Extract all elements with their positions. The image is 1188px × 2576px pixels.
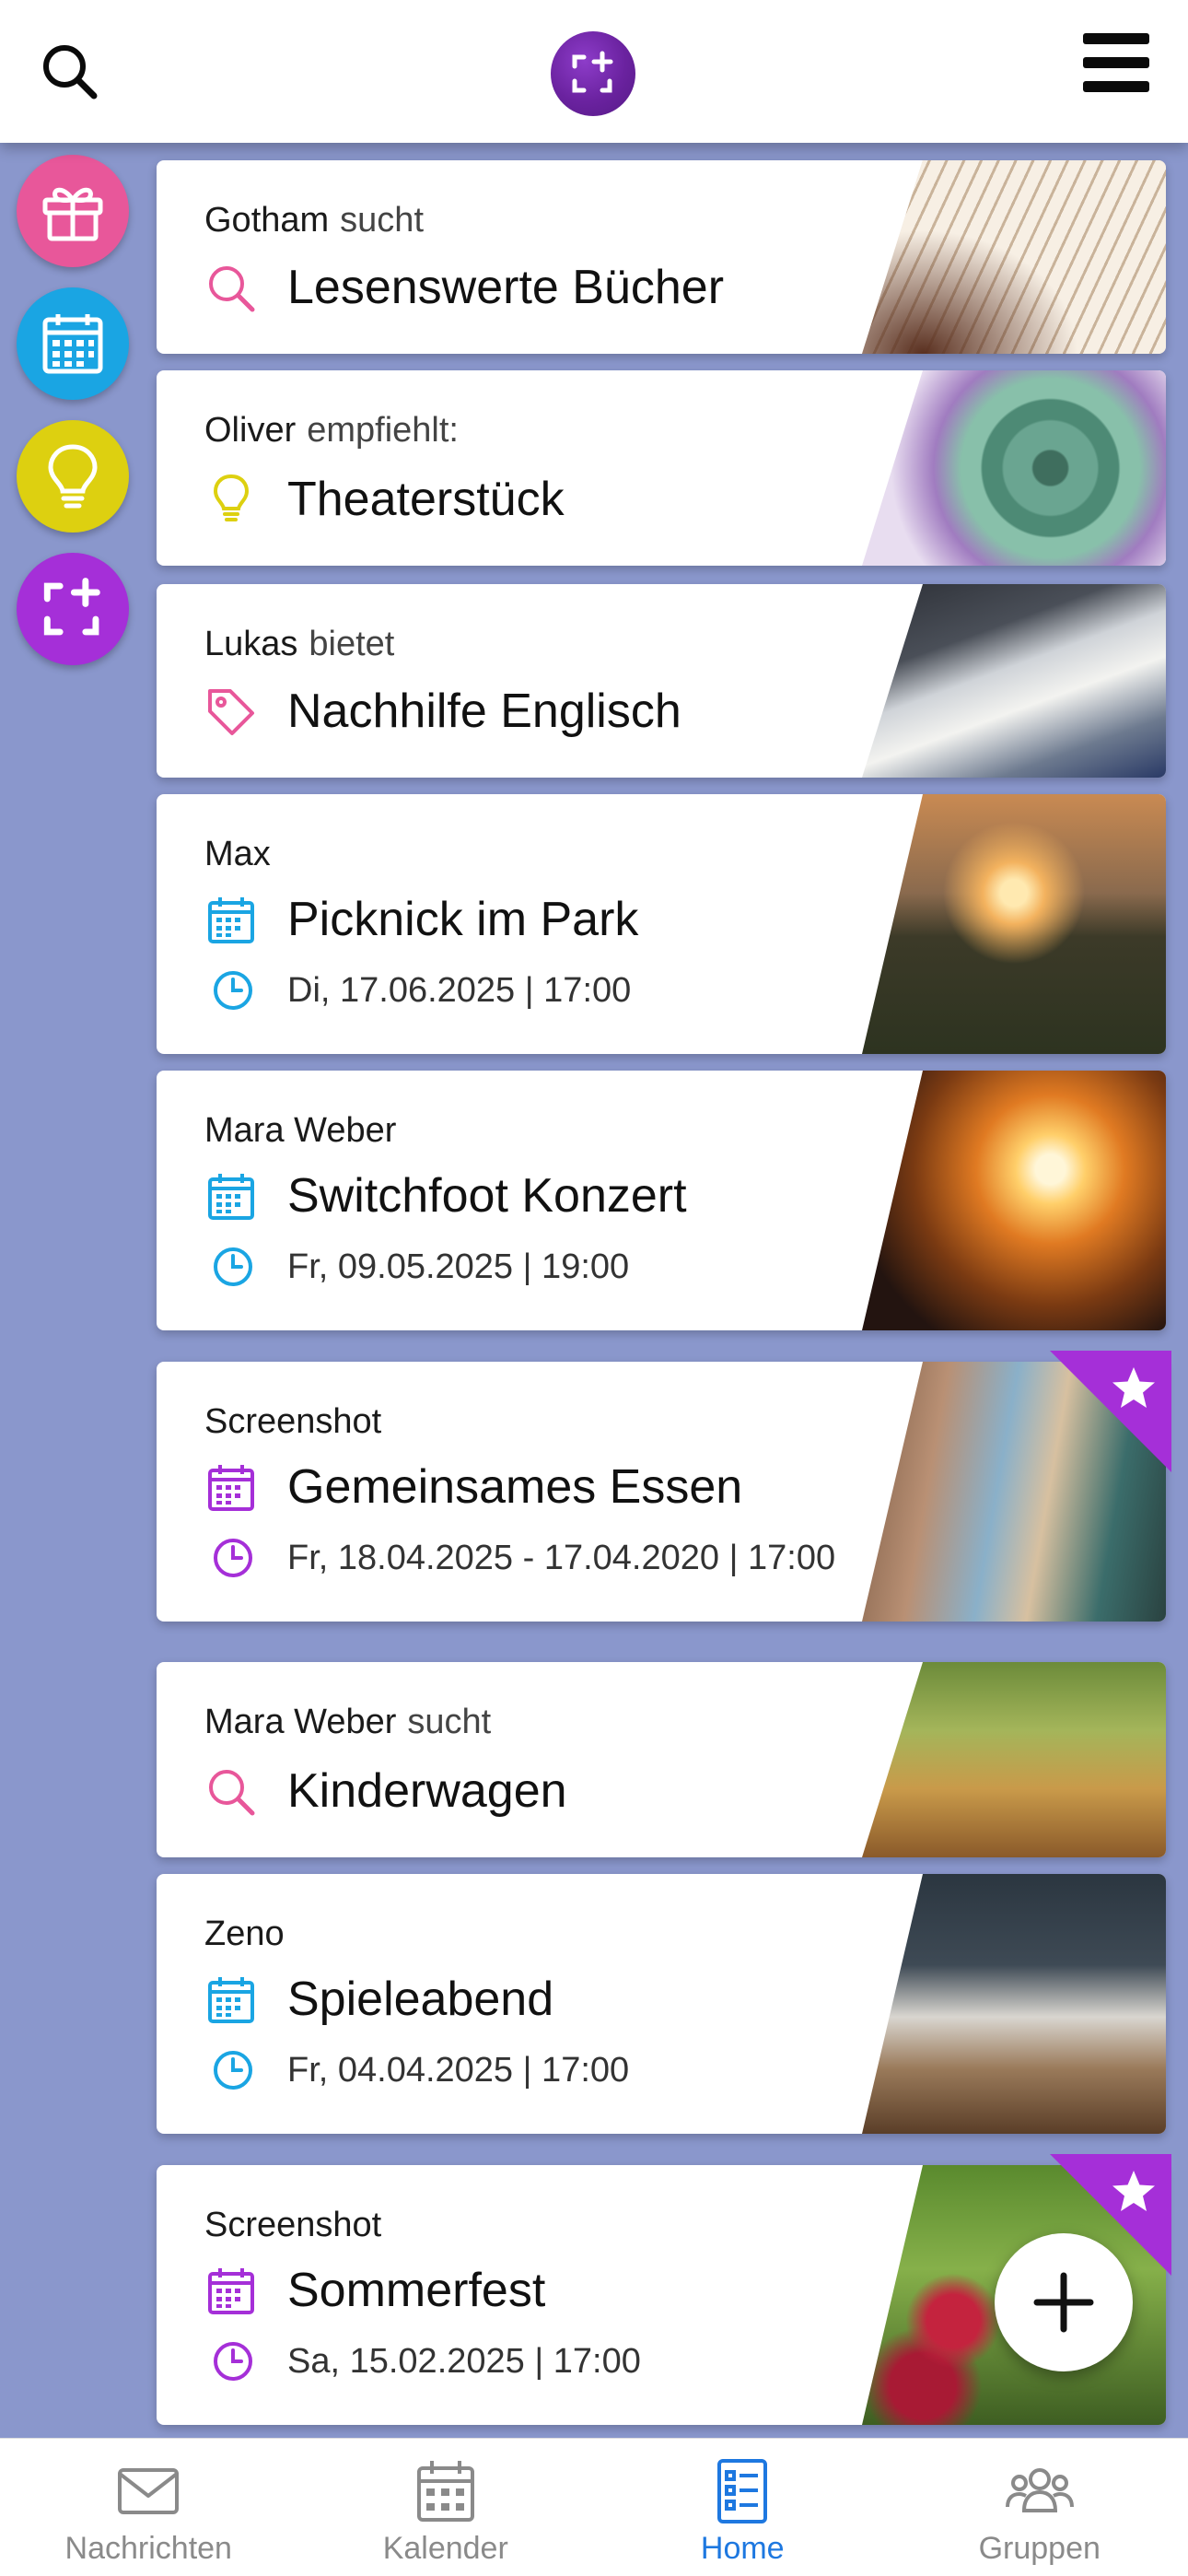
card-title: Spieleabend	[287, 1973, 554, 2026]
card-title: Picknick im Park	[287, 893, 639, 946]
tab-label: Kalender	[382, 2531, 508, 2566]
card-author: Zeno	[204, 1914, 285, 1953]
star-icon	[1112, 2171, 1155, 2211]
clock-icon	[214, 1539, 252, 1577]
bottom-navigation: Nachrichten Kalender Home Gruppen	[0, 2438, 1188, 2576]
card-date: Fr, 09.05.2025 | 19:00	[287, 1247, 630, 1286]
square-plus-icon	[43, 578, 100, 636]
card-author: Max	[204, 835, 271, 873]
card-title: Switchfoot Konzert	[287, 1169, 687, 1223]
card-verb: bietet	[309, 625, 395, 663]
clock-icon	[214, 971, 252, 1010]
card-title: Nachhilfe Englisch	[287, 685, 681, 738]
card-author: Oliver	[204, 411, 297, 450]
family-walk-photo	[862, 1662, 1166, 1857]
card-verb: sucht	[340, 201, 424, 240]
list-document-icon	[717, 2459, 768, 2523]
card-author: Screenshot	[204, 2206, 382, 2244]
tab-label: Home	[700, 2531, 785, 2566]
tab-label: Nachrichten	[64, 2531, 232, 2566]
hamburger-menu-icon[interactable]	[1083, 33, 1149, 94]
tab-home[interactable]: Home	[594, 2439, 891, 2576]
open-book-photo	[862, 160, 1166, 354]
card-author: Lukas	[204, 625, 298, 663]
clock-icon	[214, 1247, 252, 1286]
search-icon	[209, 266, 255, 312]
search-icon[interactable]	[37, 39, 103, 105]
concert-photo	[862, 1071, 1166, 1330]
lightbulb-icon	[213, 474, 250, 521]
card-verb: empfiehlt:	[307, 411, 459, 450]
calendar-icon	[208, 2268, 254, 2314]
tab-kalender[interactable]: Kalender	[297, 2439, 595, 2576]
add-button[interactable]	[995, 2233, 1133, 2371]
rail-ideas-button[interactable]	[17, 420, 129, 533]
desk-notebook-photo	[862, 584, 1166, 778]
card-date: Fr, 18.04.2025 - 17.04.2020 | 17:00	[287, 1539, 836, 1577]
plus-icon	[1033, 2272, 1094, 2333]
feed-card-search[interactable]: Gotham sucht Lesenswerte Bücher	[157, 160, 1166, 354]
card-title: Lesenswerte Bücher	[287, 261, 725, 314]
card-date: Di, 17.06.2025 | 17:00	[287, 971, 632, 1010]
envelope-icon	[118, 2468, 180, 2514]
chess-game-photo	[862, 1874, 1166, 2134]
calendar-icon	[208, 897, 254, 943]
park-picnic-photo	[862, 794, 1166, 1054]
rail-create-button[interactable]	[17, 553, 129, 665]
feed-card-event-starred[interactable]: Screenshot Gemeinsames Essen Fr, 18.04.2…	[157, 1351, 1171, 1622]
search-icon	[209, 1770, 255, 1816]
card-title: Theaterstück	[287, 473, 565, 526]
tab-nachrichten[interactable]: Nachrichten	[0, 2439, 297, 2576]
tab-gruppen[interactable]: Gruppen	[891, 2439, 1188, 2576]
feed-card-search[interactable]: Mara Weber sucht Kinderwagen	[157, 1662, 1166, 1857]
tag-icon	[208, 689, 254, 735]
card-title: Gemeinsames Essen	[287, 1460, 743, 1514]
feed-card-recommendation[interactable]: Oliver empfiehlt: Theaterstück	[157, 370, 1166, 566]
calendar-icon	[208, 1465, 254, 1511]
app-logo[interactable]	[551, 31, 635, 116]
card-author: Mara Weber	[204, 1703, 397, 1741]
feed-card-offer[interactable]: Lukas bietet Nachhilfe Englisch	[157, 584, 1166, 778]
clock-icon	[214, 2342, 252, 2381]
card-author: Mara Weber	[204, 1111, 397, 1150]
feed-card-event[interactable]: Zeno Spieleabend Fr, 04.04.2025 | 17:00	[157, 1874, 1166, 2134]
card-title: Sommerfest	[287, 2264, 546, 2317]
calendar-icon	[208, 1174, 254, 1220]
people-group-icon	[1005, 2468, 1074, 2512]
card-date: Fr, 04.04.2025 | 17:00	[287, 2051, 630, 2090]
card-date: Sa, 15.02.2025 | 17:00	[287, 2342, 641, 2381]
calendar-icon	[416, 2461, 474, 2522]
feed-card-event[interactable]: Max Picknick im Park Di, 17.06.2025 | 17…	[157, 794, 1166, 1054]
tab-label: Gruppen	[978, 2531, 1101, 2566]
card-author: Screenshot	[204, 1402, 382, 1441]
calendar-icon	[208, 1977, 254, 2023]
clock-icon	[214, 2051, 252, 2090]
succulent-photo	[862, 370, 1166, 566]
calendar-icon	[42, 314, 103, 374]
rail-calendar-button[interactable]	[17, 287, 129, 400]
lightbulb-icon	[48, 444, 98, 509]
feed-card-event[interactable]: Mara Weber Switchfoot Konzert Fr, 09.05.…	[157, 1071, 1166, 1330]
card-title: Kinderwagen	[287, 1764, 567, 1818]
app-header	[0, 0, 1188, 143]
star-icon	[1112, 1367, 1155, 1408]
card-author: Gotham	[204, 201, 330, 240]
gift-icon	[42, 187, 103, 241]
card-verb: sucht	[407, 1703, 492, 1741]
rail-gifts-button[interactable]	[17, 155, 129, 267]
